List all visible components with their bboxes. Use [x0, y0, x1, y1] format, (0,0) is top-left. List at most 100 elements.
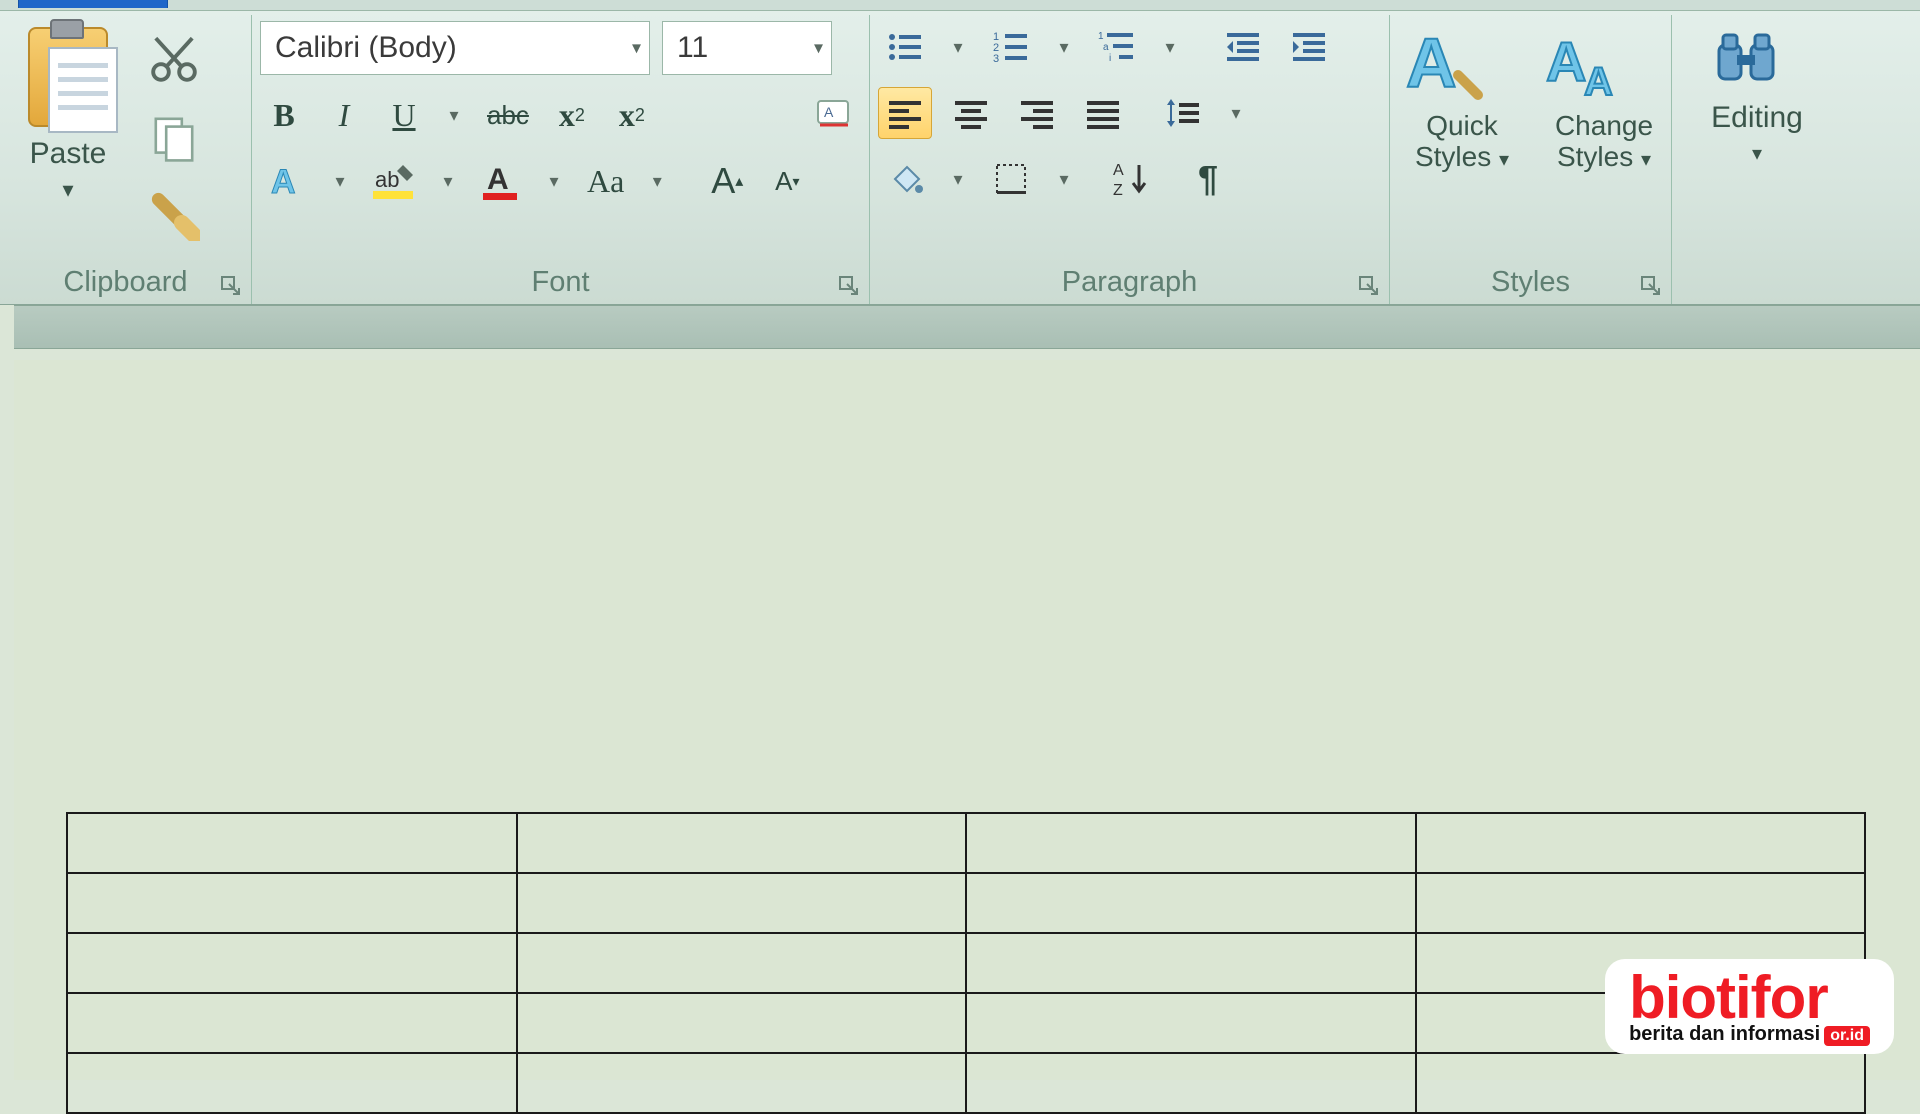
- borders-button[interactable]: [984, 153, 1038, 205]
- svg-text:A: A: [271, 163, 296, 201]
- font-color-dropdown[interactable]: ▾: [540, 155, 568, 207]
- numbering-button[interactable]: 123: [984, 21, 1038, 73]
- font-size-combo[interactable]: 11 ▾: [662, 21, 832, 75]
- multilevel-dropdown[interactable]: ▾: [1156, 21, 1184, 73]
- tab-file[interactable]: [18, 0, 168, 8]
- multilevel-icon: 1ai: [1097, 27, 1137, 67]
- table-cell[interactable]: [1416, 873, 1866, 933]
- bullets-dropdown[interactable]: ▾: [944, 21, 972, 73]
- table-row[interactable]: [67, 873, 1865, 933]
- clear-formatting-button[interactable]: A: [807, 89, 861, 141]
- svg-text:A: A: [1584, 60, 1613, 104]
- svg-text:Z: Z: [1113, 182, 1123, 199]
- document-table[interactable]: [66, 812, 1866, 1114]
- highlight-dropdown[interactable]: ▾: [434, 155, 462, 207]
- table-row[interactable]: [67, 993, 1865, 1053]
- table-cell[interactable]: [1416, 1053, 1866, 1113]
- superscript-button[interactable]: x2: [608, 89, 656, 141]
- table-cell[interactable]: [67, 1053, 517, 1113]
- quick-styles-button[interactable]: A QuickStyles ▾: [1398, 25, 1526, 173]
- underline-button[interactable]: U: [380, 89, 428, 141]
- text-effects-dropdown[interactable]: ▾: [326, 155, 354, 207]
- align-left-button[interactable]: [878, 87, 932, 139]
- table-row[interactable]: [67, 1053, 1865, 1113]
- align-center-icon: [951, 93, 991, 133]
- group-styles: A QuickStyles ▾ A A ChangeStyles ▾ Style…: [1390, 15, 1672, 304]
- table-cell[interactable]: [67, 813, 517, 873]
- table-cell[interactable]: [966, 873, 1416, 933]
- table-cell[interactable]: [517, 813, 967, 873]
- paste-dropdown-icon[interactable]: ▾: [62, 177, 73, 203]
- sort-button[interactable]: AZ: [1104, 153, 1158, 205]
- copy-button[interactable]: [148, 111, 200, 163]
- table-cell[interactable]: [517, 993, 967, 1053]
- ruler-area: [14, 305, 1920, 349]
- text-effects-button[interactable]: A: [260, 155, 314, 207]
- table-cell[interactable]: [517, 1053, 967, 1113]
- clipboard-dialog-launcher[interactable]: [221, 276, 241, 296]
- align-center-button[interactable]: [944, 87, 998, 139]
- justify-button[interactable]: [1076, 87, 1130, 139]
- table-cell[interactable]: [1416, 813, 1866, 873]
- table-cell[interactable]: [966, 813, 1416, 873]
- font-name-value: Calibri (Body): [275, 31, 457, 65]
- grow-font-button[interactable]: A▴: [703, 155, 751, 207]
- align-right-button[interactable]: [1010, 87, 1064, 139]
- table-cell[interactable]: [966, 993, 1416, 1053]
- table-row[interactable]: [67, 813, 1865, 873]
- increase-indent-button[interactable]: [1282, 21, 1336, 73]
- shading-dropdown[interactable]: ▾: [944, 153, 972, 205]
- format-painter-button[interactable]: [148, 189, 200, 241]
- text-effects-icon: A: [267, 161, 307, 201]
- paste-button[interactable]: Paste ▾: [8, 21, 128, 203]
- highlight-button[interactable]: ab: [366, 155, 422, 207]
- bullets-button[interactable]: [878, 21, 932, 73]
- table-cell[interactable]: [517, 933, 967, 993]
- group-font: Calibri (Body) ▾ 11 ▾ B I U ▾ abc x2: [252, 15, 870, 304]
- svg-text:A: A: [487, 163, 509, 196]
- show-marks-button[interactable]: ¶: [1184, 153, 1232, 205]
- change-case-dropdown[interactable]: ▾: [643, 155, 671, 207]
- underline-dropdown[interactable]: ▾: [440, 89, 468, 141]
- watermark-brand: biotifor: [1629, 971, 1870, 1025]
- paragraph-dialog-launcher[interactable]: [1359, 276, 1379, 296]
- editing-button[interactable]: Editing ▾: [1711, 21, 1803, 166]
- table-cell[interactable]: [67, 933, 517, 993]
- change-case-button[interactable]: Aa: [580, 155, 631, 207]
- italic-button[interactable]: I: [320, 89, 368, 141]
- shrink-font-button[interactable]: A▾: [763, 155, 811, 207]
- table-cell[interactable]: [966, 933, 1416, 993]
- font-color-button[interactable]: A: [474, 155, 528, 207]
- table-cell[interactable]: [67, 993, 517, 1053]
- borders-dropdown[interactable]: ▾: [1050, 153, 1078, 205]
- font-color-icon: A: [481, 161, 521, 201]
- cut-button[interactable]: [148, 33, 200, 85]
- table-cell[interactable]: [517, 873, 967, 933]
- svg-text:ab: ab: [375, 167, 399, 192]
- strikethrough-button[interactable]: abc: [480, 89, 536, 141]
- change-styles-button[interactable]: A A ChangeStyles ▾: [1540, 25, 1668, 173]
- styles-dialog-launcher[interactable]: [1641, 276, 1661, 296]
- font-dialog-launcher[interactable]: [839, 276, 859, 296]
- table-cell[interactable]: [67, 873, 517, 933]
- line-spacing-dropdown[interactable]: ▾: [1222, 87, 1250, 139]
- group-label-paragraph: Paragraph: [878, 266, 1381, 299]
- line-spacing-button[interactable]: [1156, 87, 1210, 139]
- decrease-indent-button[interactable]: [1216, 21, 1270, 73]
- shading-button[interactable]: [878, 153, 932, 205]
- font-name-combo[interactable]: Calibri (Body) ▾: [260, 21, 650, 75]
- subscript-button[interactable]: x2: [548, 89, 596, 141]
- multilevel-list-button[interactable]: 1ai: [1090, 21, 1144, 73]
- chevron-down-icon: ▾: [814, 38, 823, 59]
- svg-text:A: A: [1113, 162, 1124, 179]
- highlight-icon: ab: [373, 161, 415, 201]
- justify-icon: [1083, 93, 1123, 133]
- align-right-icon: [1017, 93, 1057, 133]
- table-cell[interactable]: [966, 1053, 1416, 1113]
- group-paragraph: ▾ 123 ▾ 1ai ▾: [870, 15, 1390, 304]
- bold-button[interactable]: B: [260, 89, 308, 141]
- watermark-tagline: berita dan informasi: [1629, 1023, 1820, 1045]
- numbering-dropdown[interactable]: ▾: [1050, 21, 1078, 73]
- svg-text:1: 1: [1098, 31, 1104, 42]
- table-row[interactable]: [67, 933, 1865, 993]
